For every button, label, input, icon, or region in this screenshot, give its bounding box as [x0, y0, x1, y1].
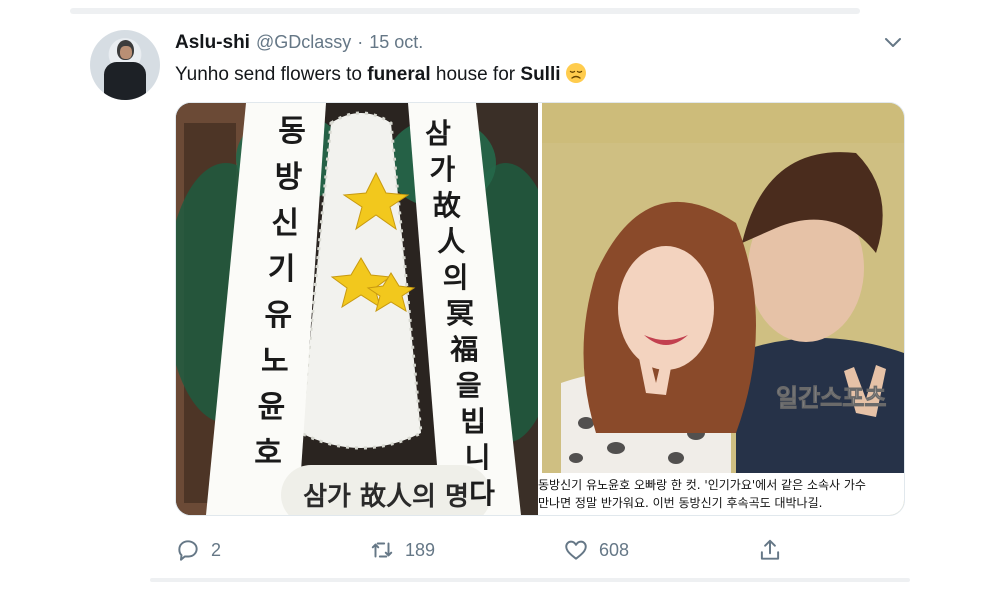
timeline-divider-bottom: [150, 578, 910, 582]
photo-watermark: 일간스포츠: [776, 384, 886, 412]
ribbon-character: 방: [275, 160, 303, 195]
ribbon-character: 을: [456, 369, 482, 402]
tweet-text-part: Yunho send flowers to: [175, 64, 368, 85]
retweet-icon: [371, 542, 393, 558]
ribbon-character: 의: [443, 261, 469, 294]
ribbon-character: 冥: [446, 297, 474, 330]
timeline-divider-top: [70, 8, 860, 14]
heart-icon: [565, 540, 587, 560]
ribbon-character: 故: [433, 189, 461, 222]
tweet-media[interactable]: 삼가 故人의 명 동방신기유노윤호 삼가故人의冥福을빕니다 일간스포츠 동방신기…: [175, 102, 905, 516]
disappointed-face-emoji-icon: [565, 63, 586, 83]
tweet-text-part: house for: [430, 64, 521, 85]
ribbon-character: 신: [271, 206, 299, 241]
display-name[interactable]: Aslu-shi: [175, 32, 250, 54]
share-icon: [760, 539, 780, 560]
share-button[interactable]: [757, 534, 783, 566]
like-button[interactable]: 608: [563, 534, 629, 566]
ribbon-character: 유: [264, 298, 292, 333]
separator-dot: ·: [357, 32, 364, 52]
ribbon-character: 동: [278, 114, 306, 149]
tweet-date[interactable]: 15 oct.: [369, 32, 423, 53]
tweet-actions: 2 189 608: [175, 534, 815, 566]
ribbon-character: 빕: [460, 405, 486, 438]
ribbon-character: 노: [261, 344, 289, 379]
ribbon-character: 윤: [258, 390, 286, 425]
user-handle[interactable]: @GDclassy: [256, 32, 351, 53]
reply-icon: [178, 540, 198, 561]
ribbon-character: 삼: [425, 117, 451, 150]
retweet-button[interactable]: 189: [369, 534, 435, 566]
photo-caption-line1: 동방신기 유노윤호 오빠랑 한 컷. '인기가요'에서 같은 소속사 가수: [538, 478, 866, 492]
wreath-sign-text: 삼가 故人의 명: [303, 482, 469, 512]
photo-caption-line2: 만나면 정말 반가워요. 이번 동방신기 후속곡도 대박나길.: [538, 496, 822, 510]
retweet-count: 189: [405, 539, 436, 560]
ribbon-character: 福: [449, 333, 478, 366]
tweet-text: Yunho send flowers to funeral house for …: [175, 62, 587, 88]
like-count: 608: [599, 539, 630, 560]
reply-button[interactable]: 2: [175, 534, 221, 566]
ribbon-character: 기: [268, 252, 296, 287]
ribbon-character: 호: [254, 436, 282, 471]
portrait-photo[interactable]: 일간스포츠 동방신기 유노윤호 오빠랑 한 컷. '인기가요'에서 같은 소속사…: [538, 103, 904, 515]
avatar-face: [120, 46, 132, 59]
wreath-photo[interactable]: 삼가 故人의 명 동방신기유노윤호 삼가故人의冥福을빕니다: [176, 103, 561, 515]
chevron-down-icon[interactable]: [884, 36, 902, 50]
avatar-body: [104, 62, 146, 100]
tweet-text-bold: funeral: [367, 64, 431, 85]
tweet-header: Aslu-shi @GDclassy · 15 oct.: [175, 32, 423, 58]
tweet-text-bold: Sulli: [520, 64, 561, 85]
ribbon-character: 니: [465, 441, 491, 474]
reply-count: 2: [211, 539, 222, 560]
ribbon-character: 다: [469, 477, 495, 510]
avatar[interactable]: [90, 30, 160, 100]
ribbon-character: 가: [430, 153, 456, 186]
ribbon-character: 人: [437, 225, 465, 258]
